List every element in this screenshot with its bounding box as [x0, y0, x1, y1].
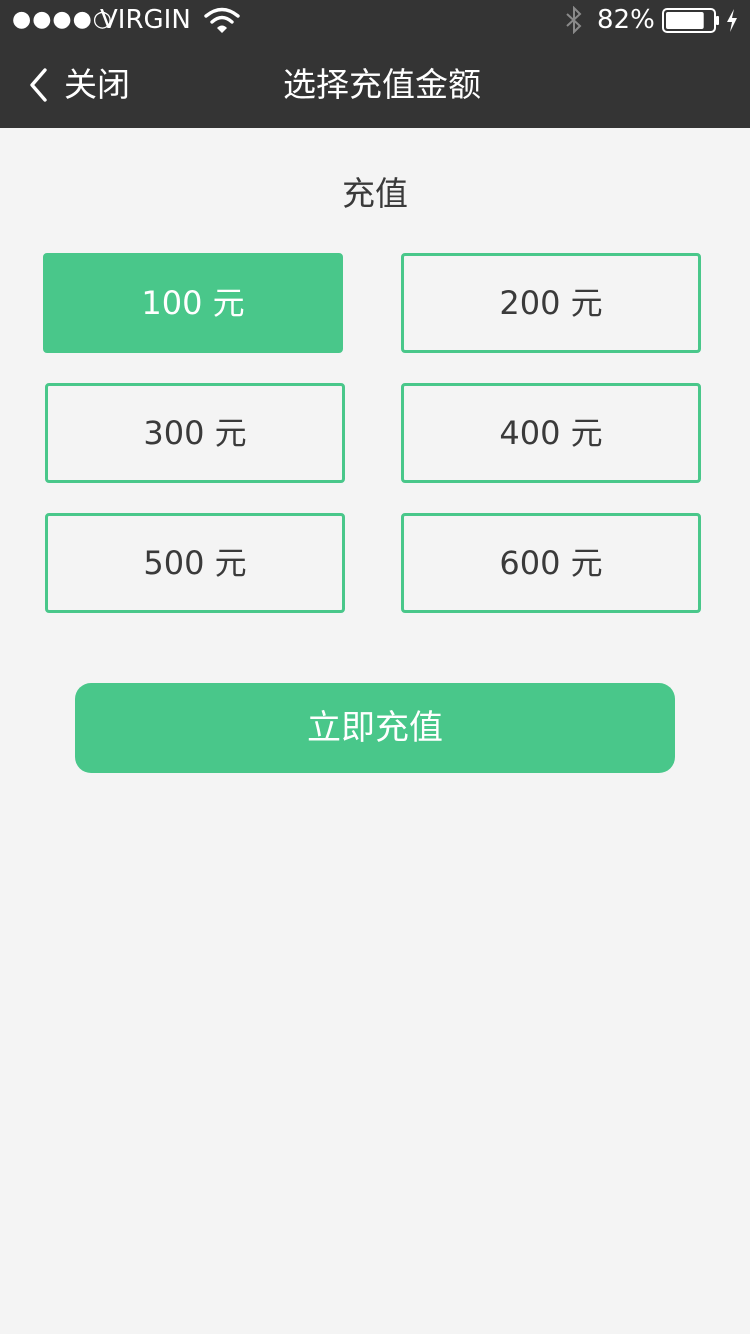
amount-option-100[interactable]: 100 元 — [43, 253, 343, 353]
wifi-icon — [204, 7, 240, 33]
amount-option-400[interactable]: 400 元 — [401, 383, 701, 483]
battery-icon — [662, 8, 719, 33]
back-label: 关闭 — [64, 65, 130, 104]
amount-option-200[interactable]: 200 元 — [401, 253, 701, 353]
chevron-left-icon — [30, 68, 47, 102]
back-button[interactable]: 关闭 — [26, 62, 130, 108]
recharge-now-button[interactable]: 立即充值 — [75, 683, 675, 773]
app-header: ●●●●○ VIRGIN 82% 关闭 选择充值金额 — [0, 0, 750, 128]
page-title: 选择充值金额 — [283, 65, 481, 104]
battery-percent: 82% — [597, 5, 655, 35]
bluetooth-icon — [566, 6, 582, 34]
signal-strength: ●●●●○ — [12, 7, 113, 32]
amount-option-300[interactable]: 300 元 — [45, 383, 345, 483]
amount-option-600[interactable]: 600 元 — [401, 513, 701, 613]
status-bar: ●●●●○ VIRGIN 82% — [0, 0, 750, 40]
lightning-icon — [727, 9, 737, 32]
section-title: 充值 — [342, 174, 408, 213]
carrier-name: VIRGIN — [100, 5, 191, 35]
amount-option-500[interactable]: 500 元 — [45, 513, 345, 613]
